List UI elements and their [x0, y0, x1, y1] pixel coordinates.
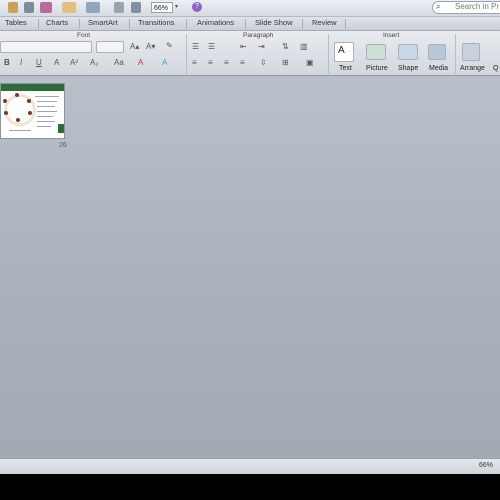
tab-charts[interactable]: Charts: [46, 18, 68, 27]
shape-button[interactable]: Shape: [398, 65, 418, 72]
slide-thumbnail[interactable]: [0, 83, 65, 139]
shrink-font-icon[interactable]: A▾: [146, 42, 155, 51]
case-icon[interactable]: Aa: [114, 58, 124, 67]
italic-icon[interactable]: I: [20, 58, 22, 67]
group-title-font: Font: [77, 32, 91, 39]
search-placeholder: Search in Pr: [455, 2, 500, 11]
search-icon[interactable]: ⌕: [436, 2, 440, 12]
print-icon[interactable]: [114, 2, 124, 13]
shadow-icon[interactable]: A: [54, 58, 59, 67]
slide-diagram-dot: [4, 111, 8, 115]
undo-icon[interactable]: [24, 2, 34, 13]
arrange-button[interactable]: Arrange: [460, 65, 485, 72]
align-left-icon[interactable]: ≡: [192, 58, 197, 67]
bullets-icon[interactable]: ☰: [192, 42, 199, 51]
tab-tables[interactable]: Tables: [5, 18, 27, 27]
highlight-icon[interactable]: A: [162, 58, 167, 67]
ribbon-divider: [455, 34, 456, 74]
tab-animations[interactable]: Animations: [197, 18, 234, 27]
slide-text-line: [37, 121, 55, 122]
group-title-paragraph: Paragraph: [243, 32, 274, 39]
zoom-field[interactable]: 66%: [151, 2, 173, 13]
line-spacing-icon[interactable]: ⇳: [260, 58, 267, 67]
standard-toolbar: 66% ▾ ? ⌕ Search in Pr: [0, 0, 500, 17]
ribbon-divider: [186, 34, 187, 74]
slide-text-line: [37, 106, 55, 107]
text-direction-icon[interactable]: ⇅: [282, 42, 289, 51]
slide-canvas[interactable]: [0, 76, 500, 458]
columns-icon[interactable]: ▥: [300, 42, 308, 51]
tab-divider: [129, 19, 130, 29]
status-bar: 66%: [0, 458, 500, 474]
paste-icon[interactable]: [8, 2, 18, 13]
slide-text-line: [37, 116, 53, 117]
help-icon[interactable]: ?: [192, 2, 202, 12]
superscript-icon[interactable]: A²: [70, 58, 78, 67]
ribbon-divider: [328, 34, 329, 74]
tab-transitions[interactable]: Transitions: [138, 18, 174, 27]
group-title-insert: Insert: [383, 32, 400, 39]
tab-divider: [38, 19, 39, 29]
grow-font-icon[interactable]: A▴: [130, 42, 139, 51]
slide-text-line: [35, 96, 59, 97]
slide-text-line: [37, 101, 57, 102]
media-icon[interactable]: [428, 44, 446, 60]
slide-diagram-circle: [4, 94, 36, 126]
numbering-icon[interactable]: ☰: [208, 42, 215, 51]
bold-icon[interactable]: B: [4, 58, 10, 67]
slide-number-label: 26: [59, 142, 67, 149]
powerpoint-window: 66% ▾ ? ⌕ Search in Pr Tables Charts Sma…: [0, 0, 500, 474]
slide-title-bar: [1, 84, 64, 91]
slide-diagram-dot: [28, 111, 32, 115]
decrease-indent-icon[interactable]: ⇤: [240, 42, 247, 51]
slide-text-line: [9, 130, 31, 131]
shape-icon[interactable]: [398, 44, 418, 60]
font-size-field[interactable]: [96, 41, 124, 53]
text-button[interactable]: Text: [339, 65, 352, 72]
slide-diagram-dot: [15, 93, 19, 97]
ribbon-tabs: Tables Charts SmartArt Transitions Anima…: [0, 17, 500, 31]
align-center-icon[interactable]: ≡: [208, 58, 213, 67]
text-box-glyph-icon: A: [338, 45, 345, 56]
tab-divider: [345, 19, 346, 29]
smartart-convert-icon[interactable]: ▣: [306, 58, 314, 67]
underline-icon[interactable]: U: [36, 58, 42, 67]
subscript-icon[interactable]: A₂: [90, 58, 98, 67]
tab-slide-show[interactable]: Slide Show: [255, 18, 293, 27]
font-color-icon[interactable]: A: [138, 58, 143, 67]
align-right-icon[interactable]: ≡: [224, 58, 229, 67]
slide-text-line: [37, 111, 57, 112]
slide-logo: [58, 124, 64, 133]
align-text-icon[interactable]: ⊞: [282, 58, 289, 67]
picture-button[interactable]: Picture: [366, 65, 388, 72]
font-name-field[interactable]: [0, 41, 92, 53]
media-button[interactable]: Media: [429, 65, 448, 72]
tab-smartart[interactable]: SmartArt: [88, 18, 118, 27]
picture-icon[interactable]: [366, 44, 386, 60]
zoom-level[interactable]: 66%: [479, 462, 493, 469]
tab-divider: [245, 19, 246, 29]
clear-format-icon[interactable]: ✎: [166, 41, 173, 50]
slide-diagram-dot: [16, 118, 20, 122]
tab-divider: [302, 19, 303, 29]
slide-diagram-dot: [27, 99, 31, 103]
slide-text-line: [37, 126, 51, 127]
zoom-dropdown-icon[interactable]: ▾: [175, 3, 178, 10]
layout-icon[interactable]: [86, 2, 100, 13]
tab-review[interactable]: Review: [312, 18, 337, 27]
slide-diagram-dot: [3, 99, 7, 103]
tab-divider: [79, 19, 80, 29]
ribbon-panel: Font Paragraph Insert A▴ A▾ ✎ B I U A A²…: [0, 31, 500, 76]
arrange-icon[interactable]: [462, 43, 480, 61]
tab-divider: [186, 19, 187, 29]
quick-styles-button[interactable]: Q: [493, 65, 498, 72]
format-painter-icon[interactable]: [40, 2, 52, 13]
gallery-icon[interactable]: [131, 2, 141, 13]
increase-indent-icon[interactable]: ⇥: [258, 42, 265, 51]
justify-icon[interactable]: ≡: [240, 58, 245, 67]
new-slide-icon[interactable]: [62, 2, 76, 13]
